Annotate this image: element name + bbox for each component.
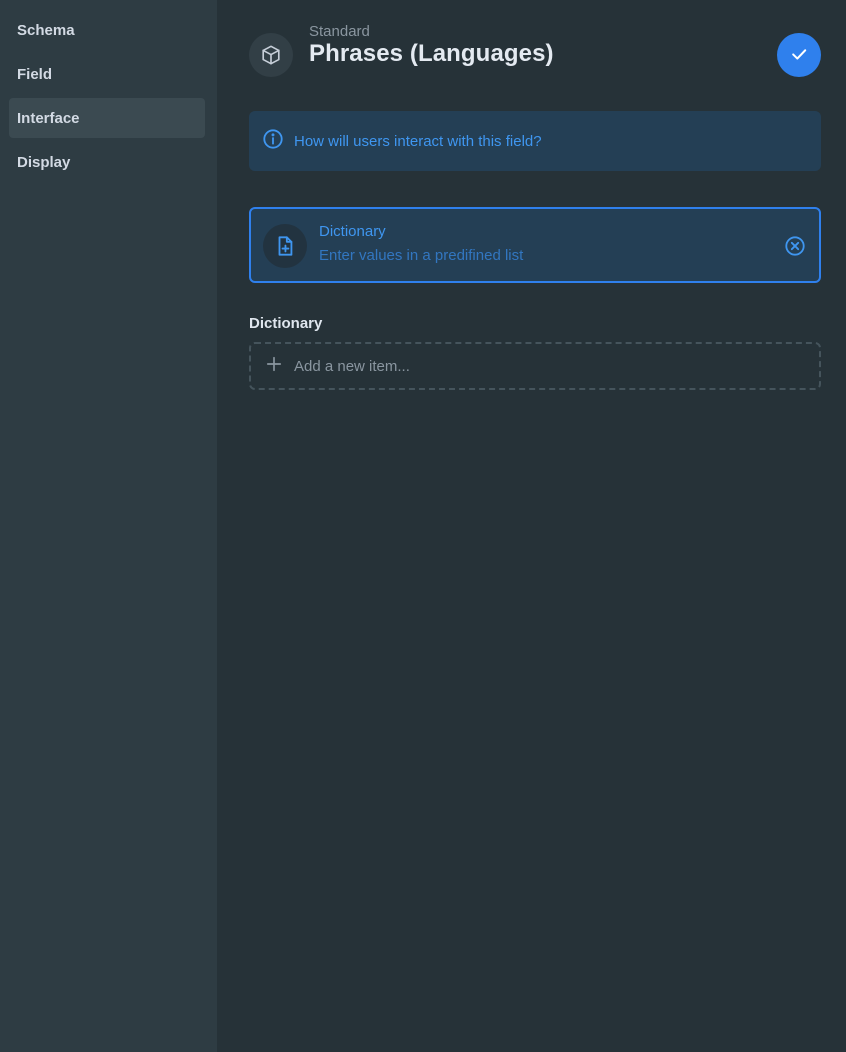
page-subtitle: Standard [309,23,370,40]
add-item-placeholder: Add a new item... [294,357,410,375]
save-button[interactable] [777,33,821,77]
main-panel: Standard Phrases (Languages) How will us… [217,0,846,1052]
interface-notice: How will users interact with this field? [249,111,821,171]
interface-title: Dictionary [319,223,386,240]
cube-icon [249,33,293,77]
check-icon [789,44,809,67]
app-window: Schema Field Interface Display Standard … [0,0,846,1052]
notice-text: How will users interact with this field? [294,132,542,150]
plus-icon [264,354,284,379]
info-icon [262,128,284,155]
selected-interface-card[interactable]: Dictionary Enter values in a predifined … [249,207,821,283]
close-circle-icon[interactable] [783,234,807,258]
sidebar-item-schema[interactable]: Schema [9,10,205,50]
interface-description: Enter values in a predifined list [319,247,524,264]
add-item-button[interactable]: Add a new item... [249,342,821,390]
sidebar-item-label: Interface [17,109,80,127]
sidebar-item-label: Field [17,65,53,83]
sidebar-item-label: Schema [17,21,75,39]
sidebar-item-display[interactable]: Display [9,142,205,182]
sidebar-item-field[interactable]: Field [9,54,205,94]
sidebar-item-label: Display [17,153,71,171]
sidebar: Schema Field Interface Display [0,0,217,1052]
sidebar-item-interface[interactable]: Interface [9,98,205,138]
file-plus-icon [263,224,307,268]
dictionary-label: Dictionary [249,315,323,332]
page-title: Phrases (Languages) [309,40,554,67]
